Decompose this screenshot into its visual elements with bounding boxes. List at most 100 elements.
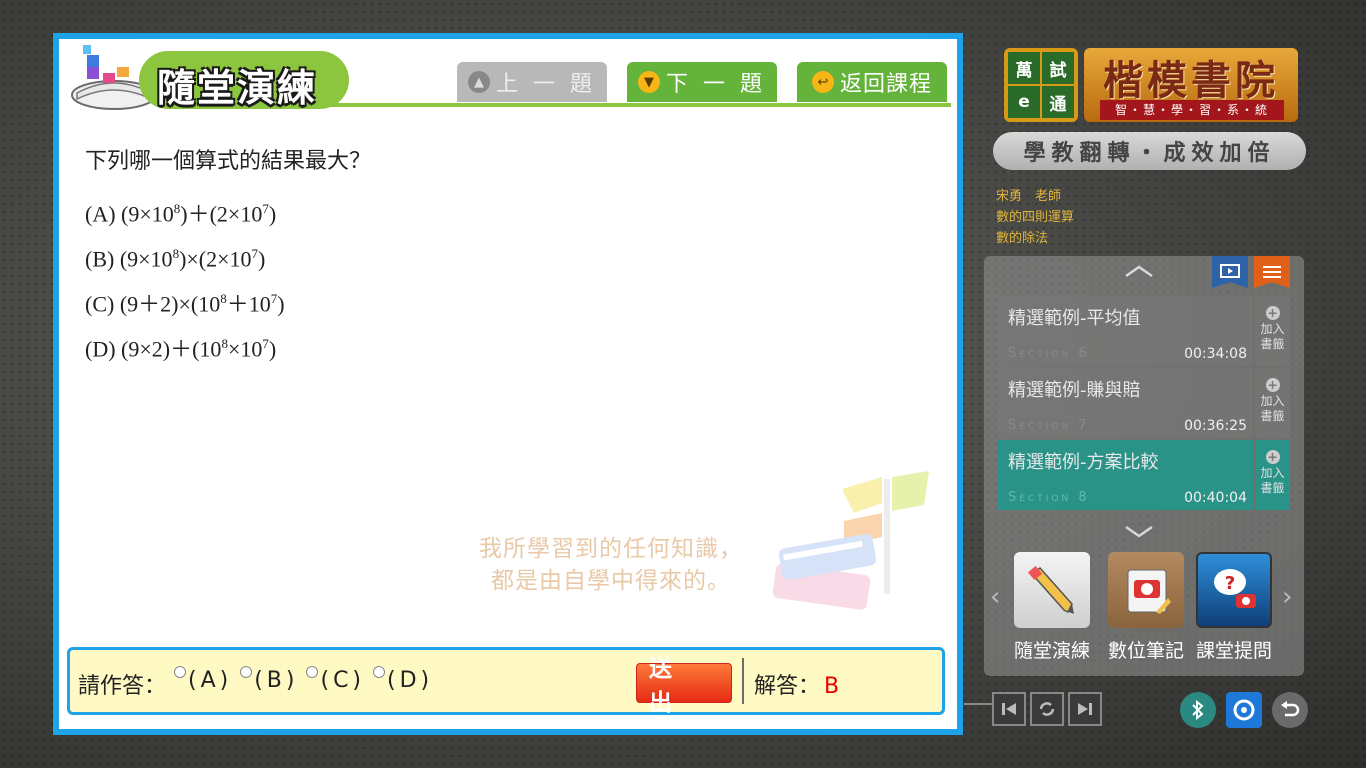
panel-header: 隨堂演練 ▲ 上 一 題 ▼ 下 一 題 ↩ 返回課程 <box>59 39 957 111</box>
plus-icon: + <box>1265 306 1280 320</box>
section-item-7[interactable]: 精選範例-賺與賠 Section 7 00:36:25 <box>998 368 1253 438</box>
back-button[interactable] <box>1272 692 1308 728</box>
brand-subtitle: 智・慧・學・習・系・統 <box>1100 100 1284 120</box>
option-list: (A) (9×108)＋(2×107) (B) (9×108)×(2×107) … <box>85 191 285 371</box>
notebook-icon <box>1108 552 1184 628</box>
choice-a[interactable]: (A) <box>174 664 232 693</box>
option-b: (B) (9×108)×(2×107) <box>85 246 266 272</box>
plus-icon: + <box>1265 450 1280 464</box>
brand-cell-3: e <box>1008 86 1040 118</box>
plus-icon: + <box>1265 378 1280 392</box>
lesson-name: 數的除法 <box>996 231 1049 246</box>
slogan: 學教翻轉・成效加倍 <box>993 132 1306 170</box>
chevron-up-icon[interactable] <box>1124 264 1154 278</box>
section-title: 精選範例-賺與賠 <box>1008 380 1141 401</box>
tool-practice-label: 隨堂演練 <box>1013 640 1090 662</box>
choice-b-label: (B) <box>254 668 299 693</box>
practice-panel-content: 隨堂演練 ▲ 上 一 題 ▼ 下 一 題 ↩ 返回課程 下列哪一個算式的結果最大… <box>59 39 957 729</box>
undo-icon <box>1281 701 1300 717</box>
choice-d-label: (D) <box>387 668 434 693</box>
chevron-down-icon[interactable] <box>1124 524 1154 538</box>
section-time: 00:40:04 <box>1184 490 1247 506</box>
teacher-name: 宋勇 老師 <box>996 189 1062 204</box>
header-divider <box>279 103 951 107</box>
question-text: 下列哪一個算式的結果最大？ <box>85 149 372 174</box>
radio-a[interactable] <box>174 666 186 678</box>
loop-button[interactable] <box>1030 692 1064 726</box>
menu-icon <box>1263 266 1281 278</box>
option-a: (A) (9×108)＋(2×107) <box>85 201 277 227</box>
next-question-label: 下 一 題 <box>666 72 766 97</box>
brand-badge: 萬 試 e 通 <box>1004 48 1078 122</box>
brand-cell-4: 通 <box>1042 86 1074 118</box>
question-icon: ? <box>1196 552 1272 628</box>
bluetooth-icon <box>1192 700 1204 720</box>
answer-divider <box>742 658 744 704</box>
section-time: 00:36:25 <box>1184 418 1247 434</box>
arrow-down-icon: ▼ <box>638 71 660 93</box>
skip-back-icon <box>1002 703 1016 715</box>
section-code: Section 8 <box>1008 490 1090 505</box>
radio-c[interactable] <box>306 666 319 678</box>
bookmark-button-6[interactable]: + 加入 書籤 <box>1255 296 1290 366</box>
return-icon: ↩ <box>811 71 834 93</box>
play-icon <box>1220 264 1240 278</box>
prev-question-label: 上 一 題 <box>496 72 596 97</box>
player-line <box>964 703 992 705</box>
video-list-tab[interactable] <box>1212 256 1248 288</box>
bookmark-button-8[interactable]: + 加入 書籤 <box>1255 440 1290 510</box>
skip-forward-button[interactable] <box>1068 692 1102 726</box>
brand-cell-2: 試 <box>1042 52 1074 84</box>
bluetooth-button[interactable] <box>1180 692 1216 728</box>
pencil-icon <box>1014 552 1090 628</box>
tool-notes[interactable]: 數位筆記 <box>1106 552 1186 662</box>
course-info: 宋勇 老師 數的四則運算 數的除法 <box>996 186 1074 249</box>
section-title: 精選範例-方案比較 <box>1008 452 1159 473</box>
section-code: Section 7 <box>1008 418 1090 433</box>
radio-d[interactable] <box>373 666 386 678</box>
camera-icon <box>1233 699 1255 721</box>
bookmark-label: 加入 書籤 <box>1260 322 1285 351</box>
app-button[interactable] <box>1226 692 1262 728</box>
bookmark-button-7[interactable]: + 加入 書籤 <box>1255 368 1290 438</box>
back-to-course-button[interactable]: ↩ 返回課程 <box>797 62 947 102</box>
tool-question[interactable]: ? 課堂提問 <box>1194 552 1274 662</box>
page-title: 隨堂演練 <box>157 66 318 110</box>
watermark-quote: 我所學習到的任何知識， 都是由自學中得來的。 <box>479 533 743 597</box>
section-item-6[interactable]: 精選範例-平均值 Section 6 00:34:08 <box>998 296 1253 366</box>
choice-a-label: (A) <box>188 668 233 693</box>
prev-question-button[interactable]: ▲ 上 一 題 <box>457 62 607 102</box>
practice-panel: 隨堂演練 ▲ 上 一 題 ▼ 下 一 題 ↩ 返回課程 下列哪一個算式的結果最大… <box>53 33 963 735</box>
brand-cell-1: 萬 <box>1008 52 1040 84</box>
choice-d[interactable]: (D) <box>373 664 433 693</box>
section-panel: 精選範例-平均值 Section 6 00:34:08 + 加入 書籤 精選範例-… <box>984 256 1304 676</box>
radio-b[interactable] <box>240 666 253 678</box>
choice-b[interactable]: (B) <box>240 664 298 693</box>
skip-forward-icon <box>1078 703 1092 715</box>
solution-value: B <box>824 674 840 699</box>
watermark-line-2: 都是由自學中得來的。 <box>491 568 731 594</box>
choice-c[interactable]: (C) <box>306 664 365 693</box>
section-item-8[interactable]: 精選範例-方案比較 Section 8 00:40:04 <box>998 440 1253 510</box>
back-to-course-label: 返回課程 <box>839 72 932 97</box>
tool-carousel: ‹ 隨堂演練 數位筆記 ? 課堂提問 › <box>984 546 1304 662</box>
submit-button[interactable]: 送 出 <box>636 656 732 716</box>
brand-nameplate: 楷模書院 智・慧・學・習・系・統 <box>1084 48 1298 122</box>
answer-prompt: 請作答： <box>78 674 167 699</box>
chevron-right-icon[interactable]: › <box>1282 582 1292 612</box>
bookmark-label: 加入 書籤 <box>1260 466 1285 495</box>
watermark-line-1: 我所學習到的任何知識， <box>479 536 743 562</box>
loop-icon <box>1039 702 1055 716</box>
tool-practice[interactable]: 隨堂演練 <box>1012 552 1092 662</box>
next-question-button[interactable]: ▼ 下 一 題 <box>627 62 777 102</box>
section-time: 00:34:08 <box>1184 346 1247 362</box>
bookmark-label: 加入 書籤 <box>1260 394 1285 423</box>
solution-label: 解答： <box>754 674 821 699</box>
brand-logo: 萬 試 e 通 楷模書院 智・慧・學・習・系・統 <box>1000 44 1300 124</box>
tool-notes-label: 數位筆記 <box>1107 640 1184 662</box>
course-name: 數的四則運算 <box>996 210 1075 225</box>
practice-logo: 隨堂演練 <box>69 43 349 113</box>
menu-tab[interactable] <box>1254 256 1290 288</box>
skip-back-button[interactable] <box>992 692 1026 726</box>
chevron-left-icon[interactable]: ‹ <box>990 582 1000 612</box>
